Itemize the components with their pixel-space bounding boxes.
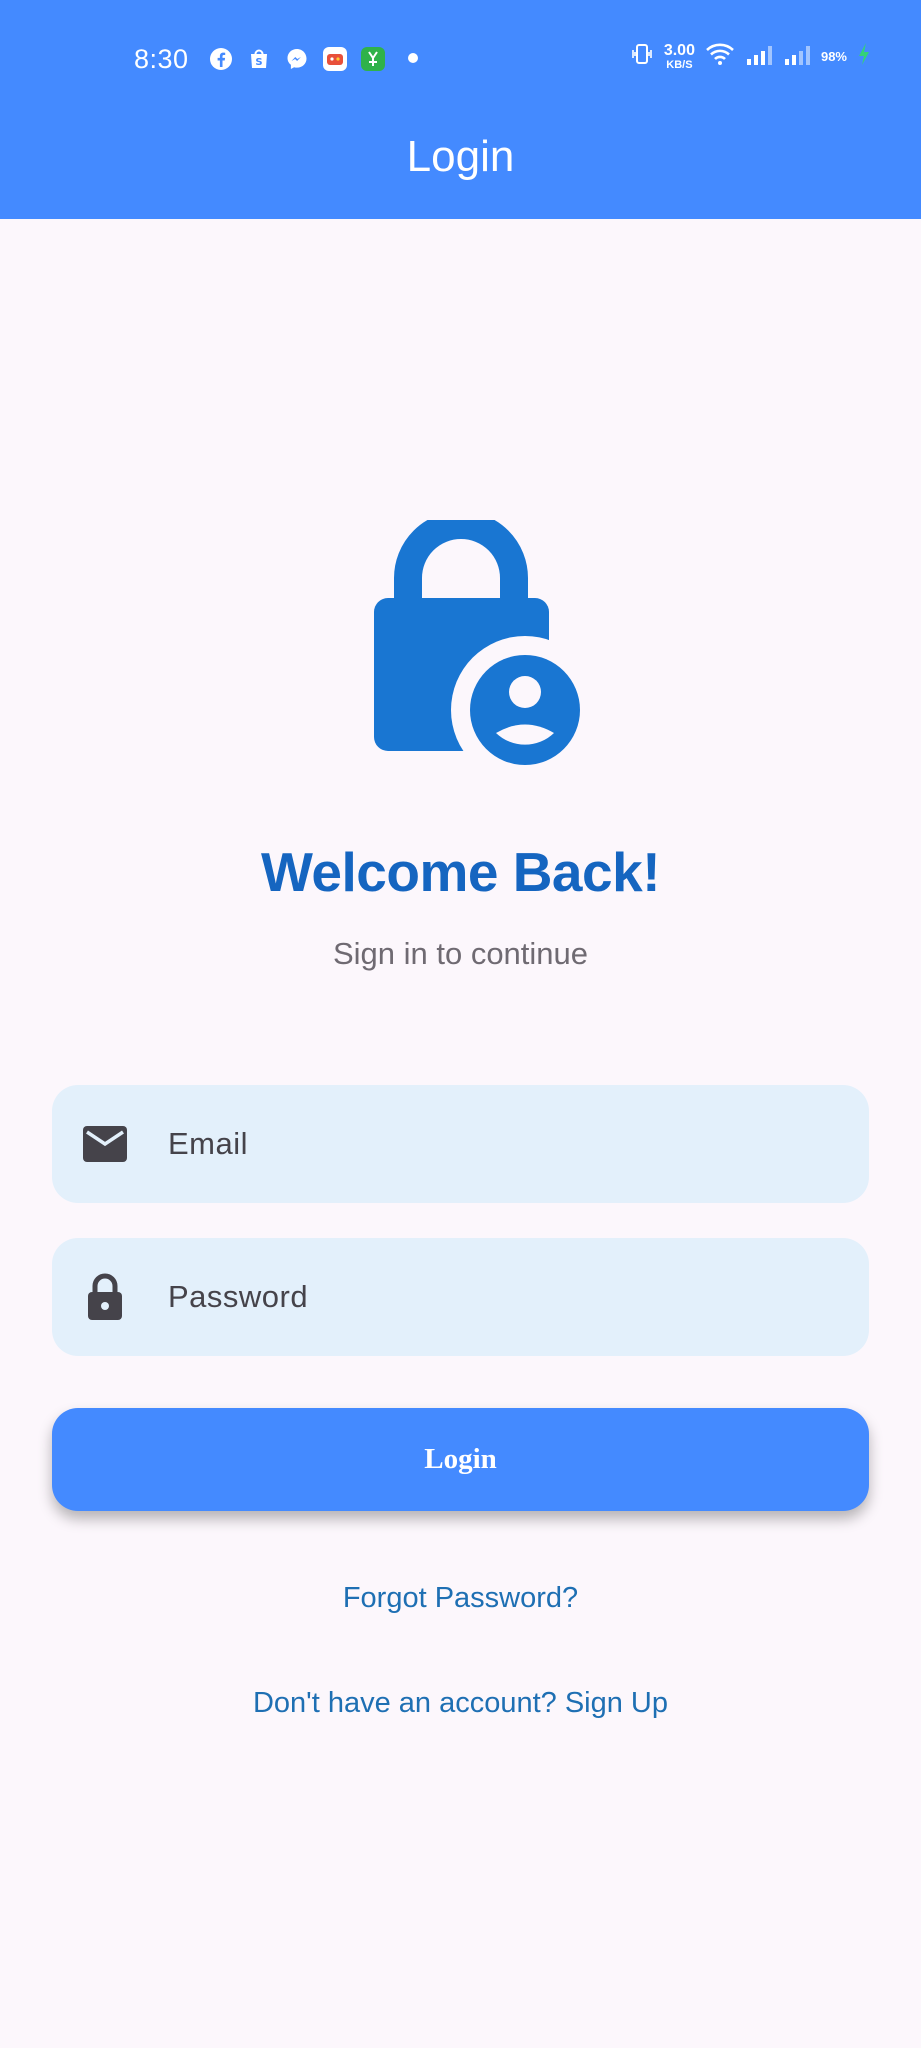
charging-icon	[857, 42, 871, 71]
signal-icon	[745, 42, 773, 71]
app-header: 8:30 S 3.00 KB/S 98% Login	[0, 0, 921, 219]
password-input[interactable]	[166, 1278, 806, 1316]
battery-level: 98%	[820, 49, 847, 64]
forgot-password-link[interactable]: Forgot Password?	[0, 1582, 921, 1615]
messenger-icon	[284, 46, 310, 72]
svg-text:S: S	[255, 57, 262, 68]
welcome-subtitle: Sign in to continue	[332, 936, 589, 971]
game-icon	[322, 46, 348, 72]
mail-icon	[80, 1119, 130, 1169]
status-time: 8:30	[134, 44, 189, 74]
login-button[interactable]: Login	[52, 1408, 869, 1511]
signup-link[interactable]: Don't have an account? Sign Up	[0, 1687, 921, 1720]
email-field[interactable]	[52, 1085, 869, 1203]
vibrate-icon	[630, 42, 654, 71]
facebook-icon	[208, 46, 234, 72]
app-store-icon	[360, 46, 386, 72]
network-speed-unit: KB/S	[666, 58, 693, 71]
email-input[interactable]	[166, 1125, 806, 1163]
lock-person-icon	[370, 511, 599, 784]
status-bar: 8:30 S 3.00 KB/S 98%	[0, 0, 921, 118]
welcome-heading: Welcome Back!	[260, 841, 661, 903]
password-field[interactable]	[52, 1238, 869, 1356]
network-speed-value: 3.00	[663, 41, 695, 59]
wifi-icon	[705, 42, 735, 71]
signal-icon	[783, 42, 811, 71]
page-title: Login	[406, 132, 515, 181]
lock-icon	[80, 1272, 130, 1322]
network-speed: 3.00 KB/S	[663, 41, 695, 71]
notification-icons: S	[208, 46, 386, 72]
system-icons: 3.00 KB/S 98%	[630, 42, 871, 71]
more-notifications-dot	[408, 53, 418, 63]
shopping-bag-icon: S	[246, 46, 272, 72]
